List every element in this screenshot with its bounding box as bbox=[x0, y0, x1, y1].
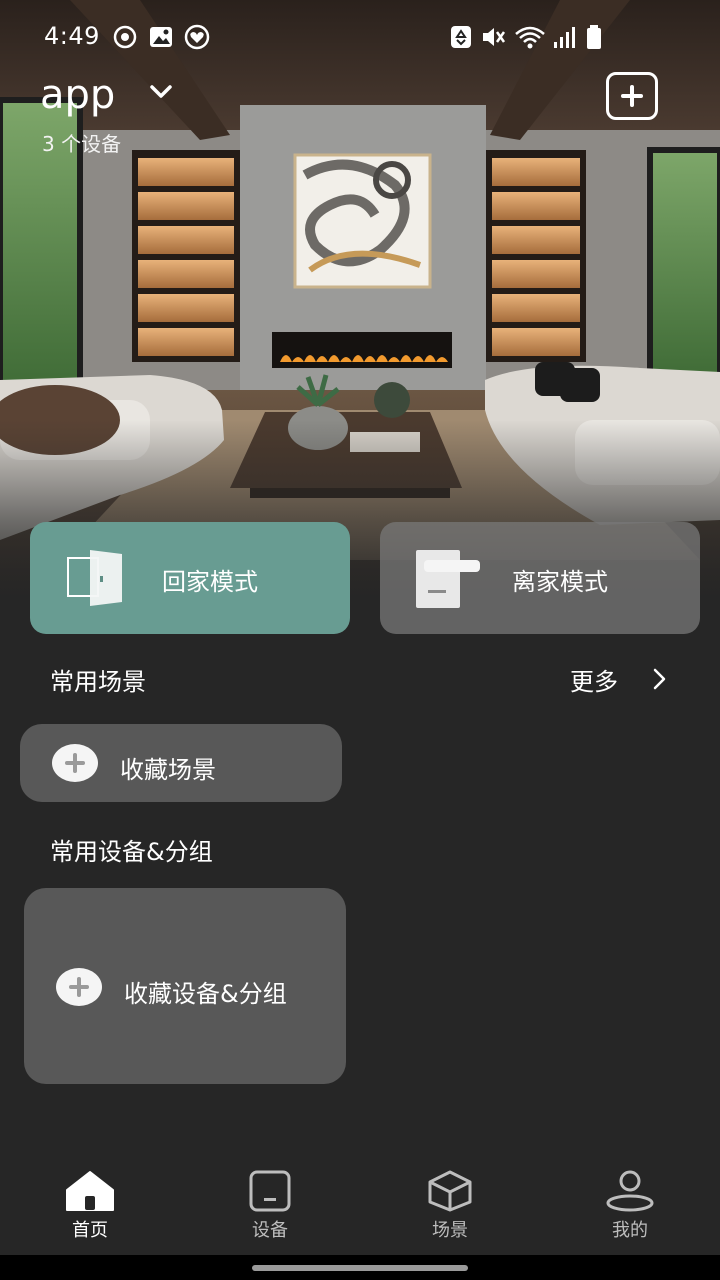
battery-icon bbox=[587, 25, 601, 49]
lock-icon bbox=[416, 550, 480, 608]
nav-label: 我的 bbox=[612, 1220, 648, 1241]
favorite-device-button[interactable]: 收藏设备&分组 bbox=[24, 888, 346, 1084]
plus-icon bbox=[52, 744, 98, 782]
add-device-button[interactable] bbox=[606, 72, 658, 120]
favorite-scene-label: 收藏场景 bbox=[120, 756, 216, 784]
home-mode-label: 回家模式 bbox=[162, 568, 258, 596]
nav-item-devices[interactable]: 设备 bbox=[220, 1170, 320, 1242]
nav-label: 场景 bbox=[432, 1220, 468, 1241]
image-icon bbox=[150, 27, 172, 47]
away-mode-card[interactable]: 离家模式 bbox=[380, 522, 700, 634]
more-scenes-link[interactable]: 更多 bbox=[570, 662, 618, 697]
status-time: 4:49 bbox=[44, 22, 100, 50]
cube-icon bbox=[428, 1170, 472, 1212]
plus-icon bbox=[56, 968, 102, 1006]
scenes-title: 常用场景 bbox=[50, 668, 146, 696]
person-icon bbox=[606, 1170, 654, 1212]
favorite-scene-button[interactable]: 收藏场景 bbox=[20, 724, 342, 802]
nav-label: 设备 bbox=[252, 1220, 288, 1241]
devices-title: 常用设备&分组 bbox=[50, 838, 213, 866]
status-bar: 4:49 bbox=[0, 0, 720, 76]
bottom-nav: 首页 设备 场景 我的 bbox=[0, 1150, 720, 1255]
favorite-device-label: 收藏设备&分组 bbox=[124, 980, 287, 1008]
nav-item-home[interactable]: 首页 bbox=[40, 1170, 140, 1242]
recycle-icon bbox=[451, 26, 471, 48]
gesture-bar[interactable] bbox=[252, 1265, 468, 1271]
chevron-right-icon[interactable] bbox=[652, 666, 668, 692]
home-mode-card[interactable]: 回家模式 bbox=[30, 522, 350, 634]
device-count: 3 个设备 bbox=[42, 132, 122, 156]
home-icon bbox=[66, 1171, 114, 1211]
away-mode-label: 离家模式 bbox=[512, 568, 608, 596]
nav-label: 首页 bbox=[72, 1220, 108, 1241]
nav-item-scenes[interactable]: 场景 bbox=[400, 1170, 500, 1242]
signal-icon bbox=[554, 27, 575, 48]
home-selector[interactable]: app bbox=[40, 72, 115, 118]
nav-item-profile[interactable]: 我的 bbox=[580, 1170, 680, 1242]
mute-icon bbox=[483, 28, 506, 46]
eye-icon bbox=[113, 25, 137, 49]
heart-icon bbox=[184, 24, 210, 50]
chevron-down-icon[interactable] bbox=[148, 82, 174, 102]
door-icon bbox=[67, 550, 122, 606]
wifi-icon bbox=[515, 26, 545, 49]
device-icon bbox=[249, 1170, 291, 1212]
